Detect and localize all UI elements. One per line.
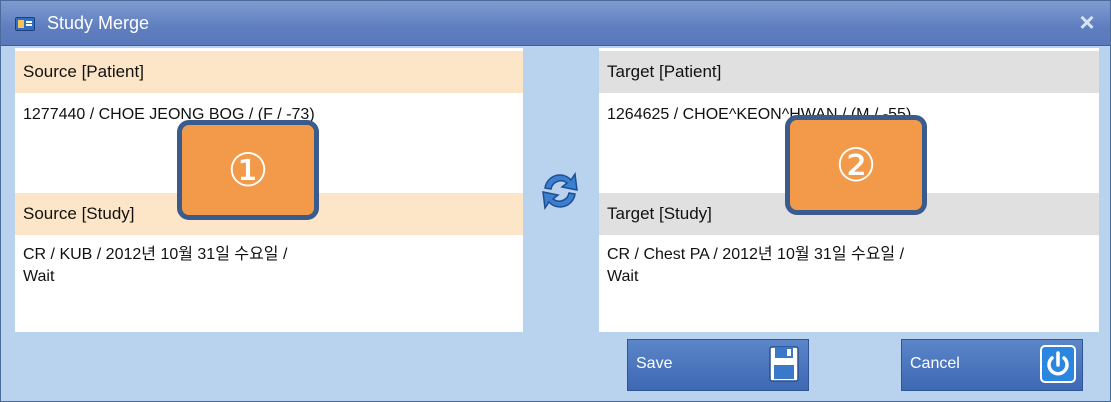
source-study-value: CR / KUB / 2012년 10월 31일 수요일 / Wait — [23, 246, 288, 285]
cancel-button[interactable]: Cancel — [901, 339, 1083, 391]
target-study-value: CR / Chest PA / 2012년 10월 31일 수요일 / Wait — [607, 246, 905, 285]
save-button-label: Save — [636, 355, 673, 372]
target-patient-header: Target [Patient] — [599, 51, 1099, 93]
title-bar[interactable]: Study Merge × — [1, 1, 1110, 46]
window-title: Study Merge — [47, 13, 150, 33]
swap-arrows-icon[interactable] — [537, 168, 583, 214]
app-icon — [15, 17, 35, 31]
source-patient-header: Source [Patient] — [15, 51, 523, 93]
close-icon[interactable]: × — [1074, 9, 1100, 35]
save-button[interactable]: Save — [627, 339, 809, 391]
cancel-button-label: Cancel — [910, 355, 960, 372]
floppy-disk-icon — [769, 346, 799, 382]
study-merge-dialog: Study Merge × Source [Patient] 1277440 /… — [0, 0, 1111, 402]
power-icon — [1040, 345, 1076, 383]
callout-badge-2: ② — [785, 115, 927, 215]
callout-badge-1: ① — [177, 120, 319, 220]
